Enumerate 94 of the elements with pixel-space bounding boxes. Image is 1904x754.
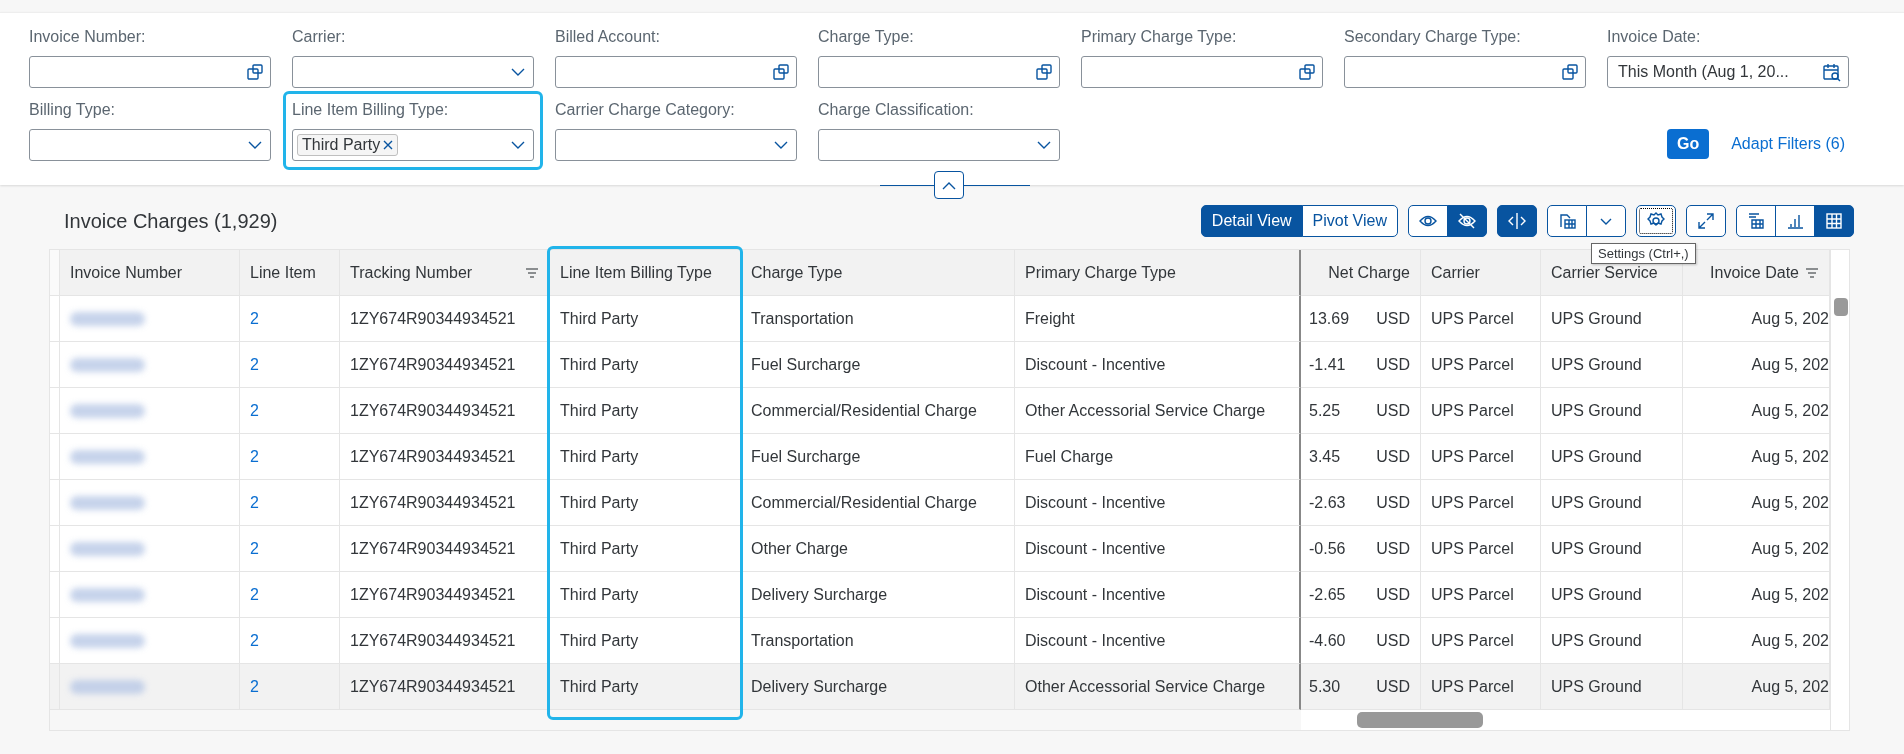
line-item-link[interactable]: 2 bbox=[250, 309, 259, 328]
line-item-link[interactable]: 2 bbox=[250, 447, 259, 466]
line-item-link[interactable]: 2 bbox=[250, 585, 259, 604]
eye-slash-button[interactable] bbox=[1447, 205, 1487, 237]
input-field[interactable] bbox=[555, 56, 797, 88]
field-label: Carrier Charge Category: bbox=[555, 100, 736, 120]
filter-icon bbox=[1805, 266, 1819, 279]
field-label: Charge Classification: bbox=[818, 100, 975, 120]
input-field[interactable]: This Month (Aug 1, 20... bbox=[1607, 56, 1849, 88]
field-label: Secondary Charge Type: bbox=[1344, 27, 1522, 47]
amount-text: -2.63 bbox=[1309, 493, 1346, 512]
table-title: Invoice Charges (1,929) bbox=[64, 209, 279, 233]
go-button[interactable]: Go bbox=[1666, 129, 1710, 159]
scrollbar-thumb[interactable] bbox=[1834, 298, 1848, 316]
currency-text: USD bbox=[1376, 401, 1410, 420]
view-tab[interactable]: Detail View bbox=[1200, 205, 1303, 237]
line-item-link[interactable]: 2 bbox=[250, 493, 259, 512]
export-table-icon bbox=[1557, 211, 1577, 231]
value-help-icon bbox=[1298, 63, 1316, 81]
input-field[interactable] bbox=[29, 129, 271, 161]
eye-slash-icon bbox=[1457, 211, 1477, 231]
value-help-icon bbox=[772, 63, 790, 81]
input-field[interactable] bbox=[1344, 56, 1586, 88]
line-item-link[interactable]: 2 bbox=[250, 401, 259, 420]
table-row[interactable]: 2 1ZY674R90344934521 Third Party Other Charge Discount - Incentive -0.56 USD UPS Parcel UPS Ground Aug 5, 202 bbox=[50, 526, 1830, 572]
amount-text: -0.56 bbox=[1309, 539, 1346, 558]
table-row[interactable]: 2 1ZY674R90344934521 Third Party Fuel Surcharge Fuel Charge 3.45 USD UPS Parcel UPS Ground Aug 5, 202 bbox=[50, 434, 1830, 480]
currency-text: USD bbox=[1376, 355, 1410, 374]
input-field[interactable] bbox=[555, 129, 797, 161]
field-label: Carrier: bbox=[292, 27, 347, 47]
table-row[interactable]: 2 1ZY674R90344934521 Third Party Delivery Surcharge Discount - Incentive -2.65 USD UPS Parcel UPS Ground Aug 5, 202 bbox=[50, 572, 1830, 618]
value-help-icon bbox=[1035, 63, 1053, 81]
export-table-button[interactable] bbox=[1547, 205, 1587, 237]
amount-text: -1.41 bbox=[1309, 355, 1346, 374]
collapse-button[interactable] bbox=[934, 171, 964, 199]
split-columns-button[interactable] bbox=[1497, 205, 1537, 237]
currency-text: USD bbox=[1376, 447, 1410, 466]
chevron-down-button[interactable] bbox=[1586, 205, 1626, 237]
tooltip: Settings (Ctrl+,) bbox=[1591, 243, 1696, 264]
list-table-icon bbox=[1746, 211, 1766, 231]
amount-text: -2.65 bbox=[1309, 585, 1346, 604]
line-item-link[interactable]: 2 bbox=[250, 539, 259, 558]
eye-button[interactable] bbox=[1408, 205, 1448, 237]
fullscreen-button[interactable] bbox=[1686, 205, 1726, 237]
input-field[interactable] bbox=[29, 56, 271, 88]
amount-text: -4.60 bbox=[1309, 631, 1346, 650]
table-row[interactable]: 2 1ZY674R90344934521 Third Party Commercial/Residential Charge Other Accessorial Service Charge 5.25 USD UPS Parcel UPS Ground Aug 5, 202 bbox=[50, 388, 1830, 434]
field-label: Line Item Billing Type: bbox=[292, 100, 450, 120]
currency-text: USD bbox=[1376, 539, 1410, 558]
input-field[interactable] bbox=[818, 129, 1060, 161]
currency-text: USD bbox=[1376, 585, 1410, 604]
field-label: Charge Type: bbox=[818, 27, 915, 47]
split-columns-icon bbox=[1507, 211, 1527, 231]
list-table-button[interactable] bbox=[1736, 205, 1776, 237]
bar-chart-button[interactable] bbox=[1775, 205, 1815, 237]
calendar-icon bbox=[1822, 62, 1842, 82]
line-item-link[interactable]: 2 bbox=[250, 355, 259, 374]
currency-text: USD bbox=[1376, 631, 1410, 650]
value-help-icon bbox=[246, 63, 264, 81]
field-label: Billing Type: bbox=[29, 100, 116, 120]
table-row[interactable]: 2 1ZY674R90344934521 Third Party Commercial/Residential Charge Discount - Incentive -2.63 USD UPS Parcel UPS Ground Aug 5, 202 bbox=[50, 480, 1830, 526]
currency-text: USD bbox=[1376, 309, 1410, 328]
input-field[interactable] bbox=[1081, 56, 1323, 88]
close-icon bbox=[383, 140, 394, 150]
amount-text: 13.69 bbox=[1309, 309, 1350, 328]
table-row[interactable]: 2 1ZY674R90344934521 Third Party Transportation Freight 13.69 USD UPS Parcel UPS Ground Aug 5, 202 bbox=[50, 296, 1830, 342]
currency-text: USD bbox=[1376, 677, 1410, 696]
input-field[interactable] bbox=[818, 56, 1060, 88]
scrollbar-thumb[interactable] bbox=[1357, 712, 1483, 728]
settings-button[interactable] bbox=[1636, 205, 1676, 237]
input-field[interactable] bbox=[292, 56, 534, 88]
field-label: Primary Charge Type: bbox=[1081, 27, 1238, 47]
grid-button[interactable] bbox=[1814, 205, 1854, 237]
value-help-icon bbox=[1561, 63, 1579, 81]
adapt-filters-link[interactable]: Adapt Filters (6) bbox=[1731, 135, 1849, 159]
line-item-link[interactable]: 2 bbox=[250, 631, 259, 650]
line-item-link[interactable]: 2 bbox=[250, 677, 259, 696]
filter-token[interactable]: Third Party bbox=[297, 134, 399, 156]
currency-text: USD bbox=[1376, 493, 1410, 512]
field-label: Invoice Number: bbox=[29, 27, 147, 47]
amount-text: 5.30 bbox=[1309, 677, 1341, 696]
amount-text: 5.25 bbox=[1309, 401, 1341, 420]
view-tab[interactable]: Pivot View bbox=[1301, 205, 1398, 237]
table-row[interactable]: 2 1ZY674R90344934521 Third Party Fuel Surcharge Discount - Incentive -1.41 USD UPS Parcel UPS Ground Aug 5, 202 bbox=[50, 342, 1830, 388]
grid-icon bbox=[1824, 211, 1844, 231]
input-field[interactable]: Third Party bbox=[292, 129, 534, 161]
scrollbar-track[interactable] bbox=[1830, 250, 1849, 730]
filter-icon bbox=[525, 266, 539, 279]
amount-text: 3.45 bbox=[1309, 447, 1341, 466]
fullscreen-icon bbox=[1696, 211, 1716, 231]
table-row[interactable]: 2 1ZY674R90344934521 Third Party Delivery Surcharge Other Accessorial Service Charge 5.30 USD UPS Parcel UPS Ground Aug 5, 202 bbox=[50, 664, 1830, 710]
table-row[interactable]: 2 1ZY674R90344934521 Third Party Transportation Discount - Incentive -4.60 USD UPS Parcel UPS Ground Aug 5, 202 bbox=[50, 618, 1830, 664]
field-label: Billed Account: bbox=[555, 27, 661, 47]
field-label: Invoice Date: bbox=[1607, 27, 1702, 47]
